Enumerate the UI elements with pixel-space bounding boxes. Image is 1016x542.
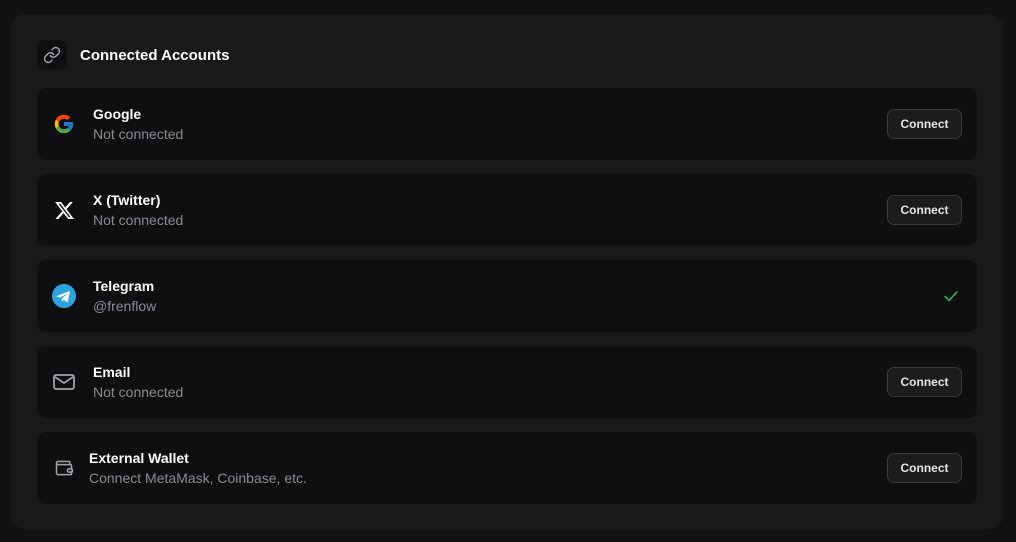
account-name: External Wallet <box>89 450 189 466</box>
connect-google-button[interactable]: Connect <box>887 109 962 139</box>
account-name: Telegram <box>93 278 155 294</box>
mail-icon <box>52 370 76 394</box>
x-twitter-icon <box>52 198 76 222</box>
account-name: X (Twitter) <box>93 192 161 208</box>
panel-title: Connected Accounts <box>80 46 230 64</box>
connect-x-twitter-button[interactable]: Connect <box>887 195 962 225</box>
account-handle: @frenflow <box>93 298 157 314</box>
account-list: Google Not connected Connect X (Twitter)… <box>37 88 977 518</box>
account-status: Not connected <box>93 126 184 142</box>
account-row-x-twitter: X (Twitter) Not connected Connect <box>37 174 977 246</box>
account-row-external-wallet: External Wallet Connect MetaMask, Coinba… <box>37 432 977 504</box>
account-status: Not connected <box>93 384 184 400</box>
account-row-google: Google Not connected Connect <box>37 88 977 160</box>
account-row-telegram: Telegram @frenflow <box>37 260 977 332</box>
connect-email-button[interactable]: Connect <box>887 367 962 397</box>
account-status: Not connected <box>93 212 184 228</box>
check-icon <box>942 287 960 305</box>
link-icon <box>37 40 67 70</box>
wallet-icon <box>52 456 76 480</box>
connected-accounts-panel: Connected Accounts Google Not connected … <box>11 14 1003 529</box>
google-icon <box>52 112 76 136</box>
telegram-icon <box>52 284 76 308</box>
connect-wallet-button[interactable]: Connect <box>887 453 962 483</box>
panel-header: Connected Accounts <box>37 40 229 70</box>
account-name: Email <box>93 364 131 380</box>
account-status: Connect MetaMask, Coinbase, etc. <box>89 470 307 486</box>
account-row-email: Email Not connected Connect <box>37 346 977 418</box>
account-name: Google <box>93 106 142 122</box>
